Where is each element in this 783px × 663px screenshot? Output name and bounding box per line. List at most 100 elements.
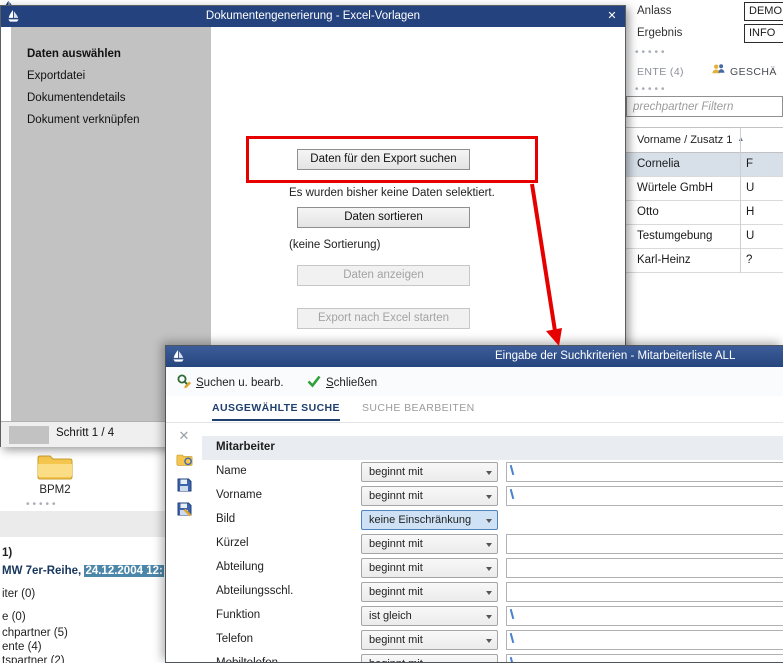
operator-value: beginnt mit	[369, 634, 423, 646]
criteria-input[interactable]	[506, 558, 783, 578]
operator-value: ist gleich	[369, 610, 412, 622]
operator-select[interactable]: beginnt mit	[361, 486, 498, 506]
close-icon[interactable]: ✕	[603, 8, 621, 25]
tree-item-label: MW 7er-Reihe,	[2, 565, 84, 577]
tree-item[interactable]: ente (4)	[2, 641, 42, 653]
wizard-step-dokumentendetails[interactable]: Dokumentendetails	[11, 87, 211, 109]
cell-name: Cornelia	[637, 158, 680, 170]
criteria-label: Bild	[216, 513, 235, 525]
operator-select[interactable]: beginnt mit	[361, 630, 498, 650]
tree-item-label: ente (4)	[2, 641, 42, 653]
app-sailboat-icon	[171, 349, 186, 367]
close-search-button[interactable]: Schließen	[306, 373, 377, 391]
criteria-row-abteilungsschl: Abteilungsschl. beginnt mit	[202, 580, 783, 604]
wizard-step-dokument-verknuepfen[interactable]: Dokument verknüpfen	[11, 109, 211, 131]
load-search-icon[interactable]	[175, 453, 193, 471]
tree-item[interactable]: 1)	[2, 547, 12, 559]
button-label: S	[326, 377, 334, 389]
wizard-step-exportdatei[interactable]: Exportdatei	[11, 65, 211, 87]
show-data-button: Daten anzeigen	[297, 265, 470, 286]
chevron-down-icon	[486, 615, 492, 622]
tab-suche-bearbeiten[interactable]: SUCHE BEARBEITEN	[362, 402, 475, 419]
cell-code: U	[746, 182, 754, 194]
criteria-input[interactable]	[506, 606, 783, 626]
search-window-titlebar: Eingabe der Suchkriterien - Mitarbeiterl…	[166, 346, 783, 367]
save-icon[interactable]	[175, 477, 193, 495]
tab-dokumente[interactable]: ENTE (4)	[637, 66, 684, 78]
tree-item[interactable]: chpartner (5)	[2, 627, 68, 639]
criteria-row-kuerzel: Kürzel beginnt mit	[202, 532, 783, 556]
wizard-title: Dokumentengenerierung - Excel-Vorlagen	[1, 10, 625, 22]
tree-item[interactable]: iter (0)	[2, 588, 35, 600]
table-header-row[interactable]: Vorname / Zusatz 1▲	[625, 128, 783, 153]
search-tabs: AUSGEWÄHLTE SUCHE SUCHE BEARBEITEN	[166, 396, 783, 423]
clear-icon[interactable]: ✕	[175, 427, 193, 445]
people-icon	[711, 62, 726, 80]
criteria-label: Abteilungsschl.	[216, 585, 293, 597]
criteria-row-vorname: Vorname beginnt mit	[202, 484, 783, 508]
criteria-input[interactable]	[506, 462, 783, 482]
criteria-row-bild: Bild keine Einschränkung	[202, 508, 783, 532]
tree-item-label: tspartner (2)	[2, 655, 65, 663]
operator-select[interactable]: beginnt mit	[361, 654, 498, 663]
wizard-step-daten-auswaehlen[interactable]: Daten auswählen	[11, 43, 211, 65]
criteria-input[interactable]	[506, 486, 783, 506]
table-row[interactable]: Würtele GmbH U	[625, 177, 783, 201]
cell-code: F	[746, 158, 753, 170]
operator-select[interactable]: ist gleich	[361, 606, 498, 626]
no-data-caption: Es wurden bisher keine Daten selektiert.	[289, 187, 495, 199]
screen: Anlass DEMO Ergebnis INFO ••••• ENTE (4)…	[0, 0, 783, 663]
operator-value: beginnt mit	[369, 466, 423, 478]
cell-name: Würtele GmbH	[637, 182, 713, 194]
operator-value: keine Einschränkung	[369, 514, 471, 526]
criteria-row-funktion: Funktion ist gleich	[202, 604, 783, 628]
button-label: S	[196, 377, 204, 389]
criteria-row-abteilung: Abteilung beginnt mit	[202, 556, 783, 580]
criteria-input[interactable]	[506, 630, 783, 650]
search-export-data-button[interactable]: Daten für den Export suchen	[297, 149, 470, 170]
dots-separator: •••••	[26, 499, 59, 510]
search-and-edit-button[interactable]: Suchen u. bearb.	[176, 373, 284, 391]
sort-data-button[interactable]: Daten sortieren	[297, 207, 470, 228]
tab-geschaeftspartner[interactable]: GESCHÄ	[730, 66, 777, 78]
check-icon	[306, 373, 322, 389]
operator-select[interactable]: keine Einschränkung	[361, 510, 498, 530]
criteria-label: Abteilung	[216, 561, 264, 573]
table-row[interactable]: Otto H	[625, 201, 783, 225]
operator-value: beginnt mit	[369, 562, 423, 574]
search-toolbar: Suchen u. bearb. Schließen	[166, 367, 783, 396]
save-as-icon[interactable]	[175, 501, 193, 519]
folder-icon[interactable]	[36, 452, 74, 485]
criteria-input[interactable]	[506, 582, 783, 602]
chevron-down-icon	[486, 495, 492, 502]
table-row[interactable]: Cornelia F	[625, 153, 783, 177]
tree-item[interactable]: e (0)	[2, 611, 26, 623]
ergebnis-field[interactable]: INFO	[744, 24, 783, 43]
anlass-field[interactable]: DEMO	[744, 2, 783, 21]
cell-name: Testumgebung	[637, 230, 712, 242]
table-row[interactable]: Testumgebung U	[625, 225, 783, 249]
table-row[interactable]: Karl-Heinz ?	[625, 249, 783, 273]
operator-select[interactable]: beginnt mit	[361, 534, 498, 554]
button-label: uchen u. bearb.	[204, 377, 284, 389]
cell-code: ?	[746, 254, 752, 266]
dots-separator: •••••	[635, 84, 668, 95]
operator-value: beginnt mit	[369, 538, 423, 550]
chevron-down-icon	[486, 567, 492, 574]
folder-label: BPM2	[24, 484, 86, 496]
tab-ausgewaehlte-suche[interactable]: AUSGEWÄHLTE SUCHE	[212, 402, 340, 421]
criteria-label: Kürzel	[216, 537, 249, 549]
column-header: Vorname / Zusatz 1▲	[637, 134, 744, 146]
criteria-input[interactable]	[506, 534, 783, 554]
criteria-input[interactable]	[506, 654, 783, 663]
operator-select[interactable]: beginnt mit	[361, 582, 498, 602]
partner-filter-input[interactable]	[626, 96, 783, 117]
tree-item[interactable]: tspartner (2)	[2, 655, 65, 663]
wizard-titlebar: Dokumentengenerierung - Excel-Vorlagen ✕	[1, 6, 625, 27]
criteria-label: Telefon	[216, 633, 253, 645]
cell-name: Otto	[637, 206, 659, 218]
tree-item[interactable]: MW 7er-Reihe, 24.12.2004 12:	[2, 565, 164, 577]
step-indicator: Schritt 1 / 4	[56, 427, 114, 439]
operator-select[interactable]: beginnt mit	[361, 558, 498, 578]
operator-select[interactable]: beginnt mit	[361, 462, 498, 482]
